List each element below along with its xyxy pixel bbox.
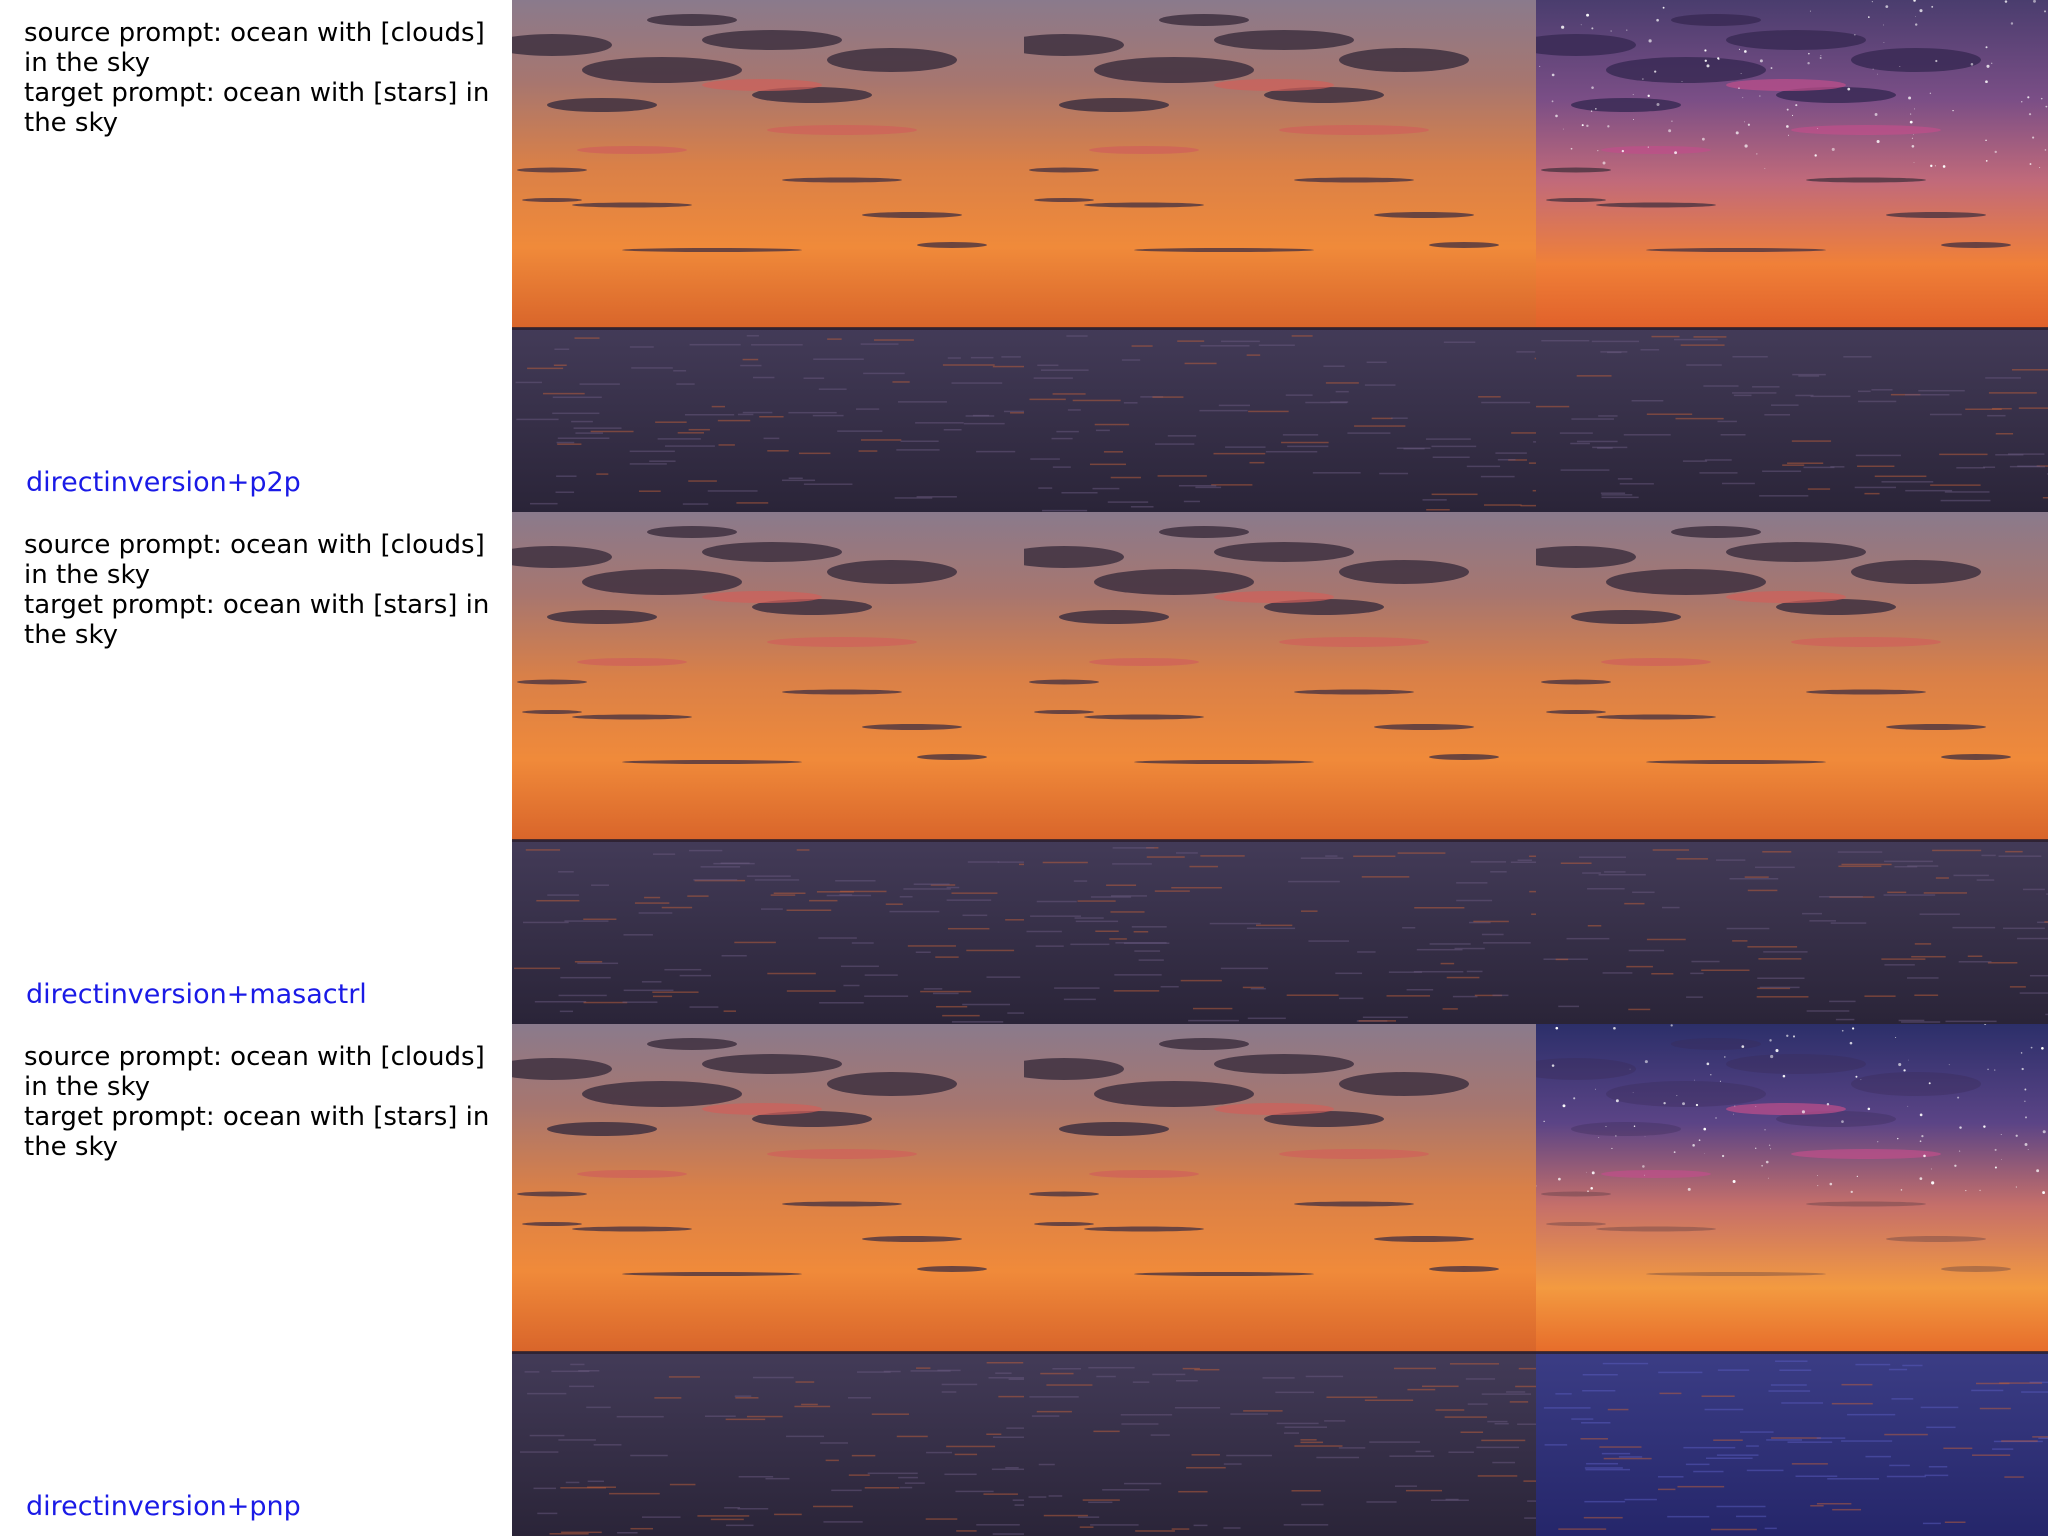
prompt-text: source prompt: ocean with [clouds] in th… — [24, 530, 504, 650]
sunset-ocean-photo — [512, 1024, 1024, 1536]
reconstructed-image — [1024, 0, 1536, 512]
prompt-text: source prompt: ocean with [clouds] in th… — [24, 1042, 504, 1162]
sunset-ocean-photo — [512, 512, 1024, 1024]
result-row: source prompt: ocean with [clouds] in th… — [0, 0, 2048, 512]
source-image — [512, 512, 1024, 1024]
prompt-text: source prompt: ocean with [clouds] in th… — [24, 18, 504, 138]
sunset-ocean-photo — [1024, 0, 1536, 512]
reconstructed-image — [1024, 1024, 1536, 1536]
sunset-ocean-photo — [1536, 1024, 2048, 1536]
source-prompt: source prompt: ocean with [clouds] in th… — [24, 1042, 485, 1102]
source-image — [512, 1024, 1024, 1536]
result-row: source prompt: ocean with [clouds] in th… — [0, 1024, 2048, 1536]
edited-image — [1536, 1024, 2048, 1536]
prompt-panel: source prompt: ocean with [clouds] in th… — [0, 0, 512, 512]
sunset-ocean-photo — [1024, 512, 1536, 1024]
prompt-panel: source prompt: ocean with [clouds] in th… — [0, 512, 512, 1024]
prompt-panel: source prompt: ocean with [clouds] in th… — [0, 1024, 512, 1536]
source-prompt: source prompt: ocean with [clouds] in th… — [24, 18, 485, 78]
sunset-ocean-photo — [512, 0, 1024, 512]
reconstructed-image — [1024, 512, 1536, 1024]
method-label: directinversion+masactrl — [26, 979, 367, 1010]
method-label: directinversion+p2p — [26, 467, 301, 498]
edited-image — [1536, 512, 2048, 1024]
sunset-ocean-photo — [1536, 512, 2048, 1024]
target-prompt: target prompt: ocean with [stars] in the… — [24, 1102, 490, 1162]
source-image — [512, 0, 1024, 512]
target-prompt: target prompt: ocean with [stars] in the… — [24, 78, 490, 138]
sunset-ocean-photo — [1024, 1024, 1536, 1536]
sunset-ocean-photo — [1536, 0, 2048, 512]
comparison-grid: source prompt: ocean with [clouds] in th… — [0, 0, 2048, 1536]
edited-image — [1536, 0, 2048, 512]
source-prompt: source prompt: ocean with [clouds] in th… — [24, 530, 485, 590]
result-row: source prompt: ocean with [clouds] in th… — [0, 512, 2048, 1024]
method-label: directinversion+pnp — [26, 1491, 301, 1522]
target-prompt: target prompt: ocean with [stars] in the… — [24, 590, 490, 650]
